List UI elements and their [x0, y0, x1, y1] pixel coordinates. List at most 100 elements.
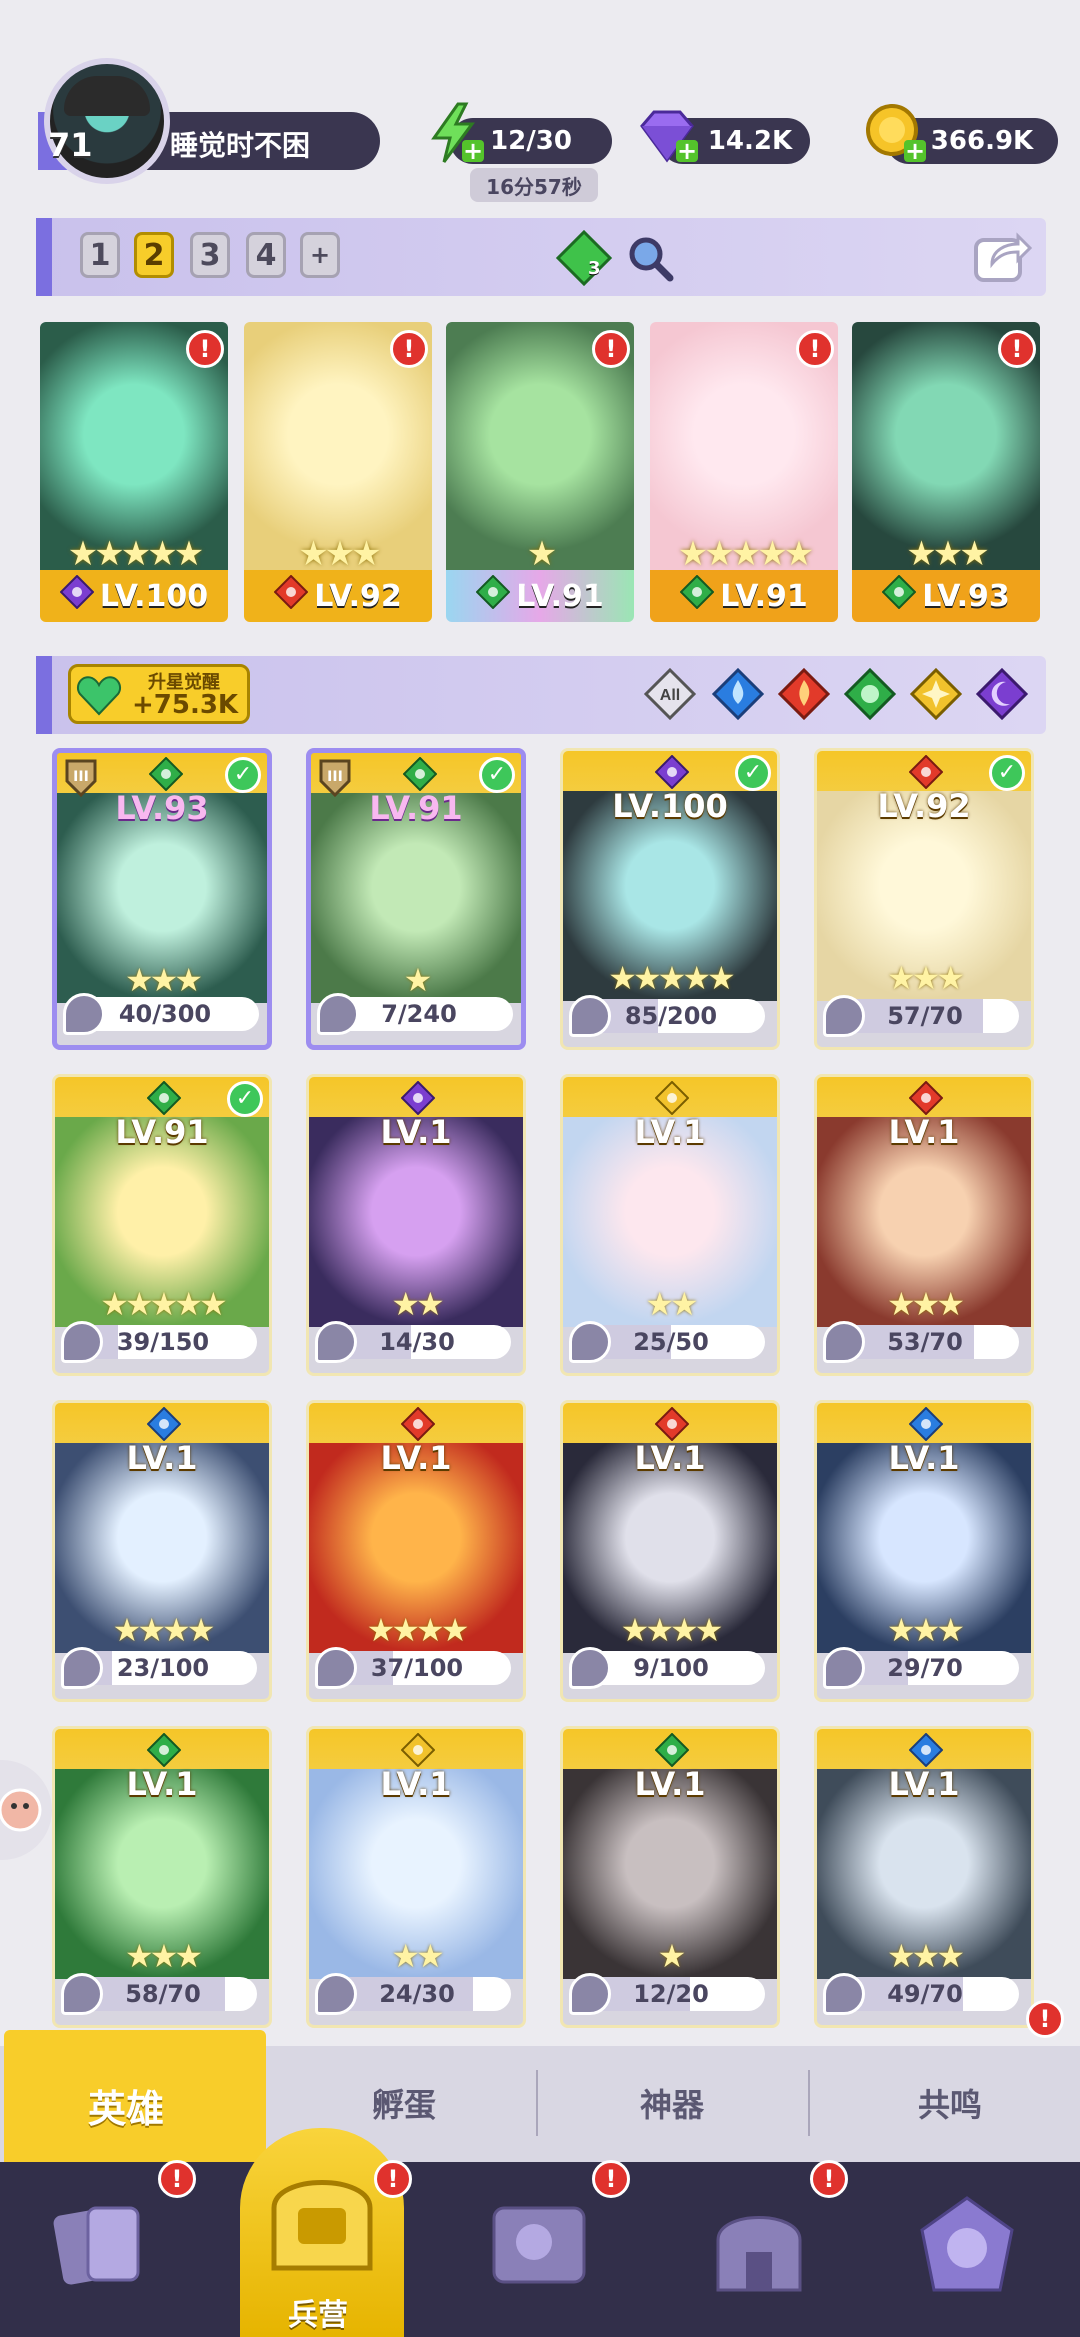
hero-card[interactable]: LV.1 ★★★★ 9/100: [560, 1400, 780, 1702]
element-icon: [475, 574, 511, 610]
formation-alert-badge: !: [186, 330, 224, 368]
hero-level: LV.1: [888, 1113, 960, 1151]
hero-card[interactable]: LV.91 ★★★★★ 39/150 ✓: [52, 1074, 272, 1376]
green-gem-icon[interactable]: [556, 230, 612, 286]
hero-stars: ★★: [645, 1285, 698, 1323]
hero-level-strip: LV.91: [446, 570, 634, 622]
hero-card[interactable]: LV.1 ★★★ 49/70: [814, 1726, 1034, 2028]
team-tab-add[interactable]: +: [300, 232, 340, 278]
hero-level: LV.100: [612, 787, 728, 825]
element-icon: [273, 574, 309, 610]
team-tab-2[interactable]: 2: [134, 232, 174, 278]
barracks-alert-badge: !: [374, 2160, 412, 2198]
hero-level: LV.92: [314, 578, 402, 614]
hero-card[interactable]: LV.1 ★★ 25/50: [560, 1074, 780, 1376]
hero-level: LV.1: [126, 1765, 198, 1803]
awaken-value: +75.3K: [132, 690, 239, 720]
shard-icon: [823, 1647, 865, 1689]
cards-nav-icon[interactable]: [44, 2190, 154, 2300]
hero-card[interactable]: LV.1 ★ 12/20: [560, 1726, 780, 2028]
shard-icon: [317, 993, 359, 1035]
hero-level: LV.1: [126, 1439, 198, 1477]
formation-alert-badge: !: [390, 330, 428, 368]
hero-card[interactable]: LV.1 ★★★★ 37/100: [306, 1400, 526, 1702]
hero-level: LV.91: [720, 578, 808, 614]
barracks-helmet-icon: [271, 2180, 373, 2271]
hero-card[interactable]: LV.93 ★★★ 40/300 ✓ III: [52, 748, 272, 1050]
shard-icon: [569, 995, 611, 1037]
hero-card[interactable]: LV.1 ★★ 24/30: [306, 1726, 526, 2028]
in-team-check-icon: ✓: [227, 1081, 263, 1117]
hero-stars: ★★★: [906, 534, 989, 574]
green-gem-count: 3: [588, 258, 601, 279]
fire-filter-icon[interactable]: [778, 668, 830, 720]
svg-text:III: III: [73, 769, 89, 785]
hero-level: LV.1: [380, 1113, 452, 1151]
hero-card[interactable]: LV.91 ★ 7/240 ✓ III: [306, 748, 526, 1050]
temple-nav-icon[interactable]: [704, 2190, 814, 2300]
filter-all-button[interactable]: All: [643, 667, 697, 721]
shard-icon: [61, 1647, 103, 1689]
element-icon: [400, 1080, 436, 1116]
hero-level: LV.93: [922, 578, 1010, 614]
team-tab-4[interactable]: 4: [246, 232, 286, 278]
hero-level-strip: LV.93: [852, 570, 1040, 622]
hero-card[interactable]: LV.1 ★★ 14/30: [306, 1074, 526, 1376]
shard-icon: [61, 1973, 103, 2015]
element-icon: [654, 1732, 690, 1768]
element-icon: [908, 1080, 944, 1116]
team-tab-3[interactable]: 3: [190, 232, 230, 278]
energy-value: 12/30: [490, 126, 572, 156]
shard-icon: [569, 1973, 611, 2015]
dark-filter-icon[interactable]: [976, 668, 1028, 720]
hero-card[interactable]: LV.1 ★★★ 58/70: [52, 1726, 272, 2028]
water-filter-icon[interactable]: [712, 668, 764, 720]
element-icon: [908, 754, 944, 790]
element-icon: [400, 1406, 436, 1442]
hero-card[interactable]: LV.92 ★★★ 57/70 ✓: [814, 748, 1034, 1050]
shard-icon: [315, 1973, 357, 2015]
in-team-check-icon: ✓: [479, 757, 515, 793]
light-filter-icon[interactable]: [910, 668, 962, 720]
hero-card[interactable]: LV.100 ★★★★★ 85/200 ✓: [560, 748, 780, 1050]
gem-plus-icon[interactable]: +: [676, 139, 698, 163]
energy-timer: 16分57秒: [470, 168, 598, 202]
team-tab-1[interactable]: 1: [80, 232, 120, 278]
hero-stars: ★★★★★: [100, 1285, 227, 1323]
hero-card[interactable]: LV.1 ★★★ 29/70: [814, 1400, 1034, 1702]
earth-filter-icon[interactable]: [844, 668, 896, 720]
hero-level: LV.1: [888, 1439, 960, 1477]
subtab-hatch[interactable]: 孵蛋: [372, 2080, 436, 2126]
subtab-resonance[interactable]: 共鸣: [918, 2080, 982, 2126]
player-avatar[interactable]: [44, 58, 170, 184]
share-icon[interactable]: [970, 224, 1032, 286]
map-nav-icon[interactable]: [484, 2190, 594, 2300]
hero-card[interactable]: LV.1 ★★★ 53/70: [814, 1074, 1034, 1376]
hero-stars: ★: [526, 534, 557, 574]
hero-card[interactable]: LV.1 ★★★★ 23/100: [52, 1400, 272, 1702]
rank-shield-icon: III: [319, 759, 351, 797]
energy-plus-icon[interactable]: +: [462, 139, 484, 163]
hero-level: LV.100: [99, 578, 209, 614]
element-icon: [654, 754, 690, 790]
hero-stars: ★★★: [886, 1611, 965, 1649]
coin-plus-icon[interactable]: +: [904, 139, 926, 163]
hero-stars: ★★★★★: [608, 959, 735, 997]
hero-level: LV.1: [888, 1765, 960, 1803]
hero-level: LV.1: [634, 1439, 706, 1477]
guild-nav-icon[interactable]: [912, 2190, 1022, 2300]
coin-value: 366.9K: [930, 126, 1034, 156]
element-icon: [908, 1732, 944, 1768]
search-icon[interactable]: [626, 234, 674, 282]
floating-helper-button[interactable]: [0, 1760, 52, 1860]
hero-level-strip: LV.92: [244, 570, 432, 622]
hero-level-strip: LV.91: [650, 570, 838, 622]
shard-icon: [569, 1321, 611, 1363]
hero-level: LV.91: [516, 578, 604, 614]
element-icon: [59, 574, 95, 610]
hero-level: LV.92: [877, 787, 971, 825]
subtab-artifact[interactable]: 神器: [640, 2080, 704, 2126]
player-level: 71: [48, 126, 93, 164]
shard-icon: [823, 1321, 865, 1363]
subtab-divider: [808, 2070, 810, 2136]
